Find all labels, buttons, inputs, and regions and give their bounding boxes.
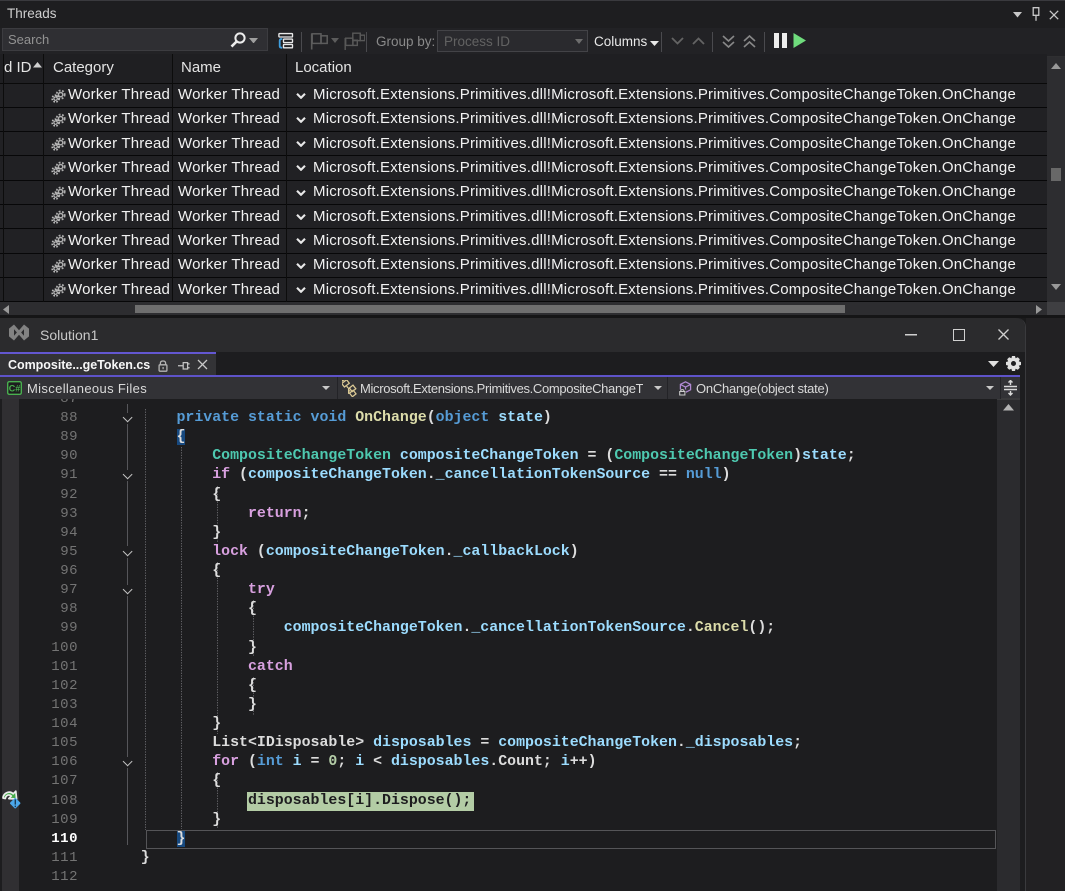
svg-text:C#: C# — [9, 384, 21, 394]
